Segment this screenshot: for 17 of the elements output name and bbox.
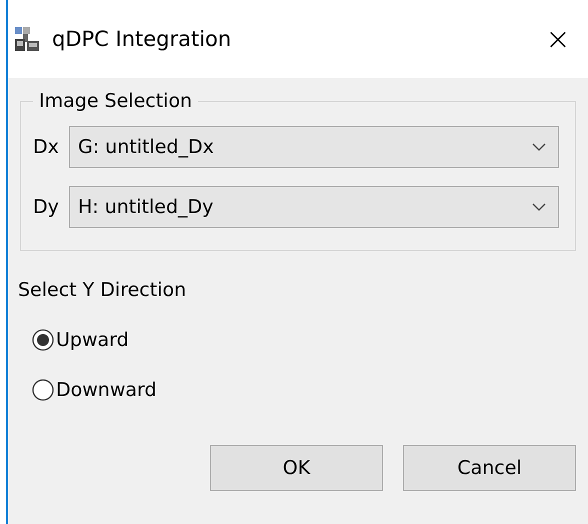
image-dropdown[interactable]: H: untitled_Dy: [69, 186, 559, 228]
app-icon: [14, 26, 40, 52]
section-label: Select Y Direction: [18, 279, 188, 301]
radio-label: Upward: [56, 329, 129, 351]
field-label: Dx: [33, 136, 59, 158]
field-label: Dy: [33, 196, 59, 218]
chevron-icon: [532, 203, 546, 211]
close-button[interactable]: ×: [528, 22, 588, 56]
dialog-button[interactable]: OK: [210, 445, 383, 491]
radio-label: Downward: [56, 379, 157, 401]
chevron-icon: [532, 143, 546, 151]
group-title: Image Selection: [38, 90, 194, 112]
window-title: qDPC Integration: [52, 27, 232, 51]
image-dropdown[interactable]: G: untitled_Dx: [69, 126, 559, 168]
dialog-button[interactable]: Cancel: [403, 445, 576, 491]
radio-button[interactable]: [32, 329, 54, 351]
radio-button[interactable]: [32, 379, 54, 401]
